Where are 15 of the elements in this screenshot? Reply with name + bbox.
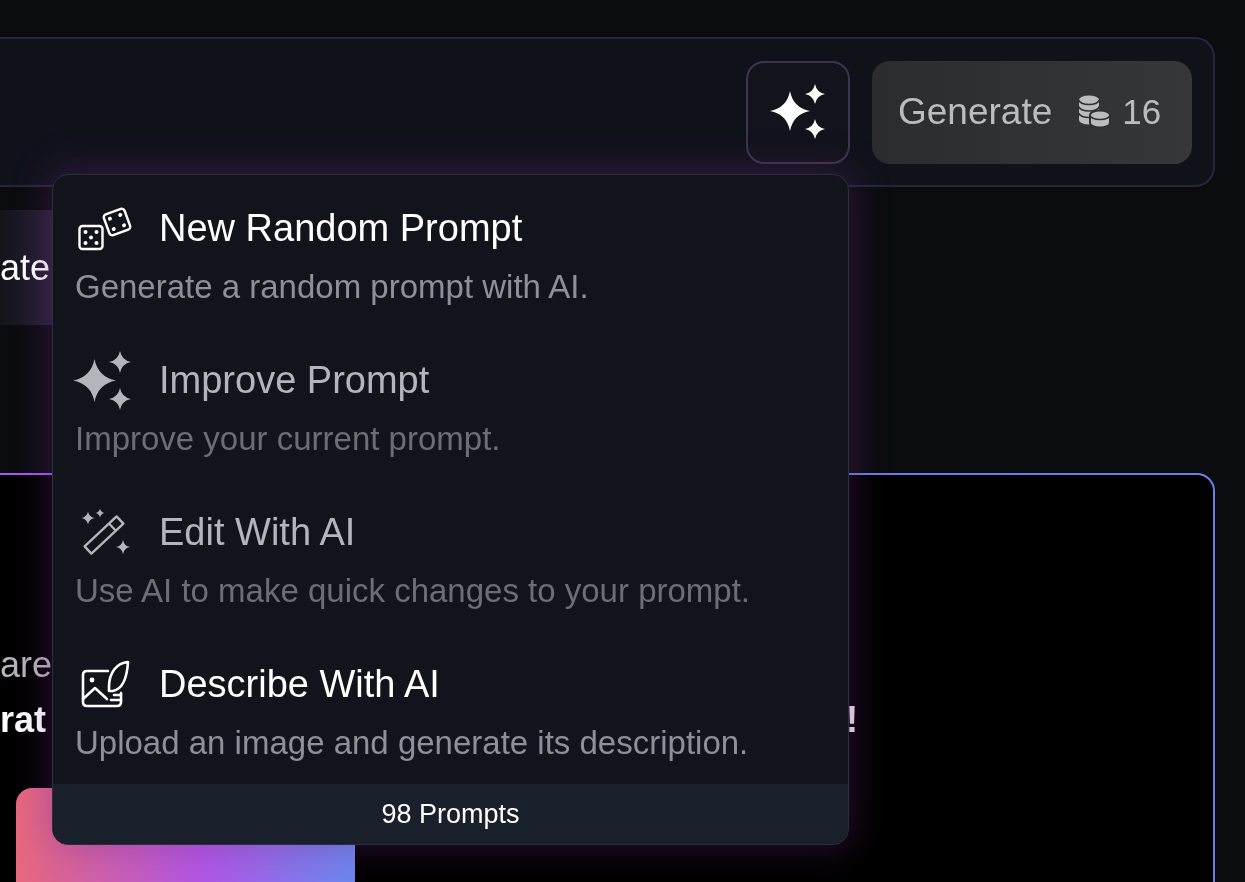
dice-icon: [78, 205, 133, 251]
coins-icon: [1078, 95, 1112, 129]
ai-assist-button[interactable]: [746, 60, 850, 164]
card-heading: rat: [0, 698, 47, 742]
menu-item[interactable]: Describe With AI Upload an image and generate its description.: [53, 648, 848, 777]
card-heading-end: !: [846, 698, 858, 742]
menu-item[interactable]: New Random Prompt Generate a random prompt with AI.: [53, 192, 848, 321]
sparkles-icon: [770, 84, 826, 140]
pencil-sparkles-icon: [80, 508, 130, 556]
generate-button[interactable]: Generate 16: [872, 60, 1192, 164]
card-text: are: [0, 643, 54, 687]
prompt-count: 98 Prompts: [53, 784, 848, 844]
sparkles-icon: [73, 350, 131, 410]
mode-tab[interactable]: ate: [0, 210, 52, 325]
image-feather-icon: [81, 660, 130, 708]
